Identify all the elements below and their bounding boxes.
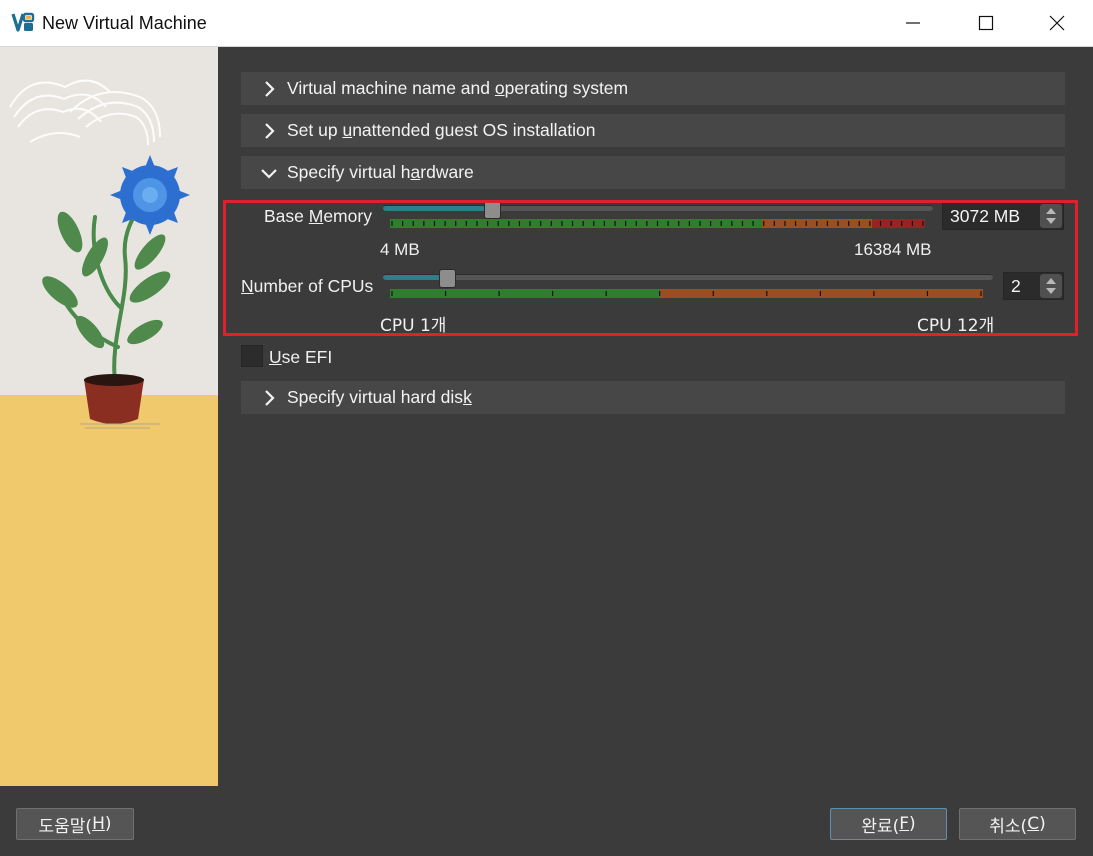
section-unattended-install-label: Set up unattended guest OS installation — [287, 120, 596, 140]
use-efi-label[interactable]: Use EFI — [269, 347, 332, 368]
highlight-box — [223, 200, 1078, 336]
maximize-icon — [978, 15, 994, 31]
window-title: New Virtual Machine — [42, 13, 207, 33]
chevron-right-icon — [265, 389, 275, 406]
cancel-button[interactable]: 취소(C) — [959, 808, 1076, 840]
close-button[interactable] — [1024, 0, 1090, 46]
help-button[interactable]: 도움말(H) — [16, 808, 134, 840]
button-bar: 도움말(H) 완료(F) 취소(C) — [0, 786, 1093, 856]
chevron-right-icon — [265, 122, 275, 139]
minimize-icon — [906, 22, 920, 24]
section-name-and-os[interactable]: Virtual machine name and operating syste… — [241, 72, 1065, 105]
wizard-illustration — [0, 47, 218, 786]
maximize-button[interactable] — [953, 0, 1019, 46]
title-bar: New Virtual Machine — [0, 0, 1093, 47]
chevron-right-icon — [265, 80, 275, 97]
flower-pot-illustration — [0, 47, 218, 786]
section-virtual-hardware[interactable]: Specify virtual hardware — [241, 156, 1065, 189]
section-virtual-hardware-label: Specify virtual hardware — [287, 162, 474, 182]
finish-button[interactable]: 완료(F) — [830, 808, 947, 840]
section-virtual-hard-disk[interactable]: Specify virtual hard disk — [241, 381, 1065, 414]
chevron-down-icon — [261, 168, 277, 179]
section-virtual-hard-disk-label: Specify virtual hard disk — [287, 387, 472, 407]
section-name-and-os-label: Virtual machine name and operating syste… — [287, 78, 629, 98]
use-efi-checkbox[interactable] — [241, 345, 263, 367]
close-icon — [1049, 15, 1065, 31]
minimize-button[interactable] — [880, 0, 946, 46]
section-unattended-install[interactable]: Set up unattended guest OS installation — [241, 114, 1065, 147]
virtualbox-app-icon — [11, 12, 35, 32]
